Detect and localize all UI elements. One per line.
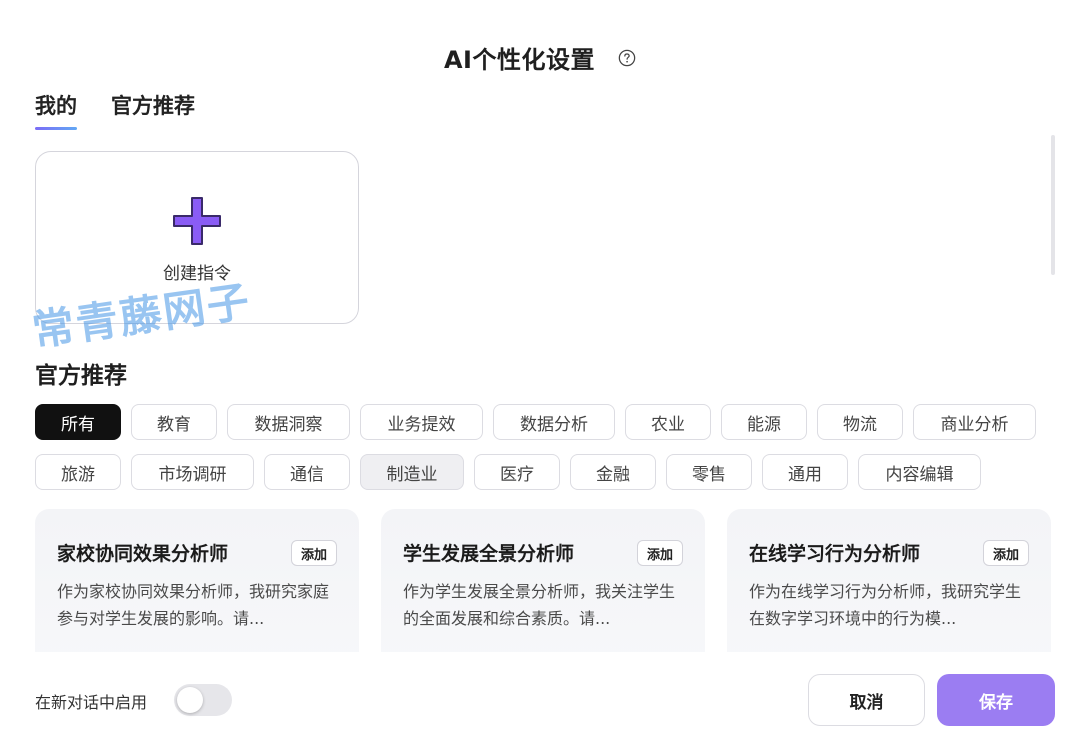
filter-chip-manufacturing[interactable]: 制造业 [360, 454, 464, 490]
filter-chip-content-editing[interactable]: 内容编辑 [858, 454, 981, 490]
recommend-card[interactable]: 学生发展全景分析师 添加 作为学生发展全景分析师，我关注学生的全面发展和综合素质… [381, 509, 705, 652]
enable-in-new-chat-label: 在新对话中启用 [35, 693, 148, 712]
recommend-card[interactable]: 在线学习行为分析师 添加 作为在线学习行为分析师，我研究学生在数字学习环境中的行… [727, 509, 1051, 652]
filter-chip-energy[interactable]: 能源 [721, 404, 807, 440]
card-description: 作为家校协同效果分析师，我研究家庭参与对学生发展的影响。请... [57, 582, 330, 628]
filter-chip-telecom[interactable]: 通信 [264, 454, 350, 490]
filter-row-1: 所有 教育 数据洞察 业务提效 数据分析 农业 能源 物流 商业分析 [35, 404, 1036, 440]
filter-chip-retail[interactable]: 零售 [666, 454, 752, 490]
filter-chip-agriculture[interactable]: 农业 [625, 404, 711, 440]
toggle-knob [177, 687, 203, 713]
filter-chip-all[interactable]: 所有 [35, 404, 121, 440]
recommend-card-list: 家校协同效果分析师 添加 作为家校协同效果分析师，我研究家庭参与对学生发展的影响… [35, 509, 1055, 652]
save-button[interactable]: 保存 [937, 674, 1055, 726]
add-button[interactable]: 添加 [982, 540, 1029, 566]
filter-chip-business-analysis[interactable]: 商业分析 [913, 404, 1036, 440]
recommend-card[interactable]: 家校协同效果分析师 添加 作为家校协同效果分析师，我研究家庭参与对学生发展的影响… [35, 509, 359, 652]
question-circle-icon[interactable] [618, 49, 636, 67]
tab-mine[interactable]: 我的 [35, 90, 77, 130]
filter-chip-education[interactable]: 教育 [131, 404, 217, 440]
add-button[interactable]: 添加 [636, 540, 683, 566]
filter-chip-logistics[interactable]: 物流 [817, 404, 903, 440]
tab-official-recommend[interactable]: 官方推荐 [111, 90, 195, 130]
scrollbar[interactable] [1051, 135, 1055, 275]
filter-chip-finance[interactable]: 金融 [570, 454, 656, 490]
filter-chip-data-insight[interactable]: 数据洞察 [227, 404, 350, 440]
tab-bar: 我的 官方推荐 [35, 90, 195, 130]
filter-chip-data-analysis[interactable]: 数据分析 [493, 404, 615, 440]
cancel-button[interactable]: 取消 [808, 674, 925, 726]
enable-in-new-chat-toggle[interactable] [174, 684, 232, 716]
filter-chip-travel[interactable]: 旅游 [35, 454, 121, 490]
filter-row-2: 旅游 市场调研 通信 制造业 医疗 金融 零售 通用 内容编辑 [35, 454, 981, 490]
add-button[interactable]: 添加 [290, 540, 337, 566]
filter-chip-business-efficiency[interactable]: 业务提效 [360, 404, 483, 440]
section-title: 官方推荐 [35, 363, 127, 389]
plus-icon [173, 197, 221, 245]
filter-chip-healthcare[interactable]: 医疗 [474, 454, 560, 490]
card-description: 作为在线学习行为分析师，我研究学生在数字学习环境中的行为模... [749, 582, 1022, 628]
dialog-header: AI个性化设置 [0, 40, 1080, 75]
dialog-title: AI个性化设置 [443, 46, 595, 74]
card-description: 作为学生发展全景分析师，我关注学生的全面发展和综合素质。请... [403, 582, 676, 628]
filter-chip-general[interactable]: 通用 [762, 454, 848, 490]
filter-chip-market-research[interactable]: 市场调研 [131, 454, 254, 490]
